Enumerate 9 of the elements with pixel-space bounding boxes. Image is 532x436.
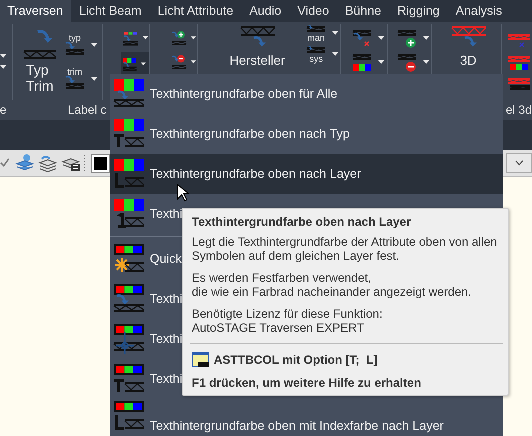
command-text: ASTTBCOL mit Option [T;_L] xyxy=(214,353,378,367)
panel-label: el 3d xyxy=(506,103,532,117)
panel-label: Label c xyxy=(68,103,107,117)
tooltip-text: Es werden Festfarben verwendet, die wie ein Farbrad nacheinander angezeigt werden. xyxy=(192,271,473,299)
help-text: F1 drücken, um weitere Hilfe zu erhalten xyxy=(192,376,422,390)
tooltip-text: Legt die Texthintergrundfarbe der Attribute oben von allen Symbolen auf dem gleichen Layer fest. xyxy=(192,235,498,263)
tooltip-title: Texthintergrundfarbe oben nach Layer xyxy=(192,215,412,229)
tooltip-text: Benötigte Lizenz für diese Funktion: AutoSTAGE Traversen EXPERT xyxy=(192,307,384,335)
panel-label: e xyxy=(0,103,8,117)
